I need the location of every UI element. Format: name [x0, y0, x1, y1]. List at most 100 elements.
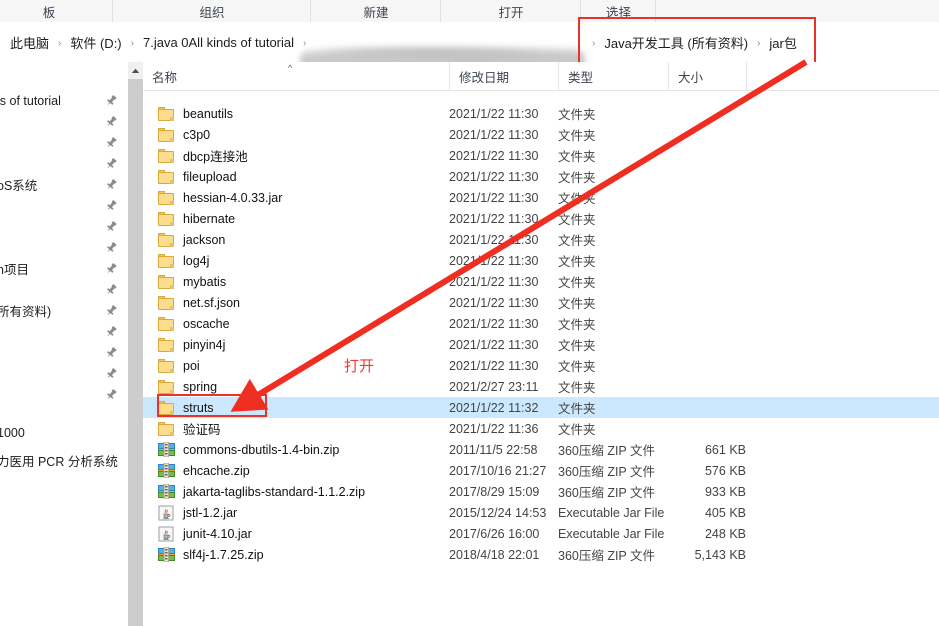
pin-icon[interactable]: [105, 325, 118, 338]
file-name-cell[interactable]: log4j: [183, 250, 209, 271]
ribbon-group-板[interactable]: 板: [0, 0, 112, 22]
nav-pane-item[interactable]: 1000: [0, 422, 128, 443]
pin-icon[interactable]: [105, 220, 118, 233]
nav-pane-item[interactable]: ls of tutorial: [0, 90, 128, 111]
table-row[interactable]: 验证码 2021/1/22 11:36 文件夹: [143, 418, 939, 439]
file-name-cell[interactable]: c3p0: [183, 124, 210, 145]
column-header-name[interactable]: 名称: [143, 62, 449, 90]
nav-pane-item[interactable]: [0, 342, 128, 363]
pin-icon[interactable]: [105, 346, 118, 359]
table-row[interactable]: spring 2021/2/27 23:11 文件夹: [143, 376, 939, 397]
file-name-cell[interactable]: spring: [183, 376, 217, 397]
file-name-cell[interactable]: commons-dbutils-1.4-bin.zip: [183, 439, 339, 460]
navigation-scrollbar[interactable]: [128, 62, 143, 626]
nav-pane-item[interactable]: [0, 363, 128, 384]
file-name-cell[interactable]: mybatis: [183, 271, 226, 292]
ribbon-group-选择[interactable]: 选择: [580, 0, 656, 22]
ribbon-group-组织[interactable]: 组织: [112, 0, 311, 22]
table-row[interactable]: c3p0 2021/1/22 11:30 文件夹: [143, 124, 939, 145]
table-row[interactable]: commons-dbutils-1.4-bin.zip 2011/11/5 22:…: [143, 439, 939, 460]
table-row[interactable]: log4j 2021/1/22 11:30 文件夹: [143, 250, 939, 271]
file-list-pane[interactable]: ^ 名称 修改日期 类型 大小 beanutils 2021/1/22 11:30 文件夹…: [143, 62, 939, 626]
table-row[interactable]: fileupload 2021/1/22 11:30 文件夹: [143, 166, 939, 187]
table-row[interactable]: beanutils 2021/1/22 11:30 文件夹: [143, 103, 939, 124]
table-row[interactable]: jakarta-taglibs-standard-1.1.2.zip 2017/8…: [143, 481, 939, 502]
scrollbar-thumb[interactable]: [128, 79, 143, 626]
pin-icon[interactable]: [105, 199, 118, 212]
table-row[interactable]: poi 2021/1/22 11:30 文件夹: [143, 355, 939, 376]
nav-pane-item[interactable]: [0, 111, 128, 132]
table-row[interactable]: dbcp连接池 2021/1/22 11:30 文件夹: [143, 145, 939, 166]
table-row[interactable]: struts 2021/1/22 11:32 文件夹: [143, 397, 939, 418]
file-name-cell[interactable]: net.sf.json: [183, 292, 240, 313]
breadcrumb-item[interactable]: 7.java 0All kinds of tutorial: [141, 35, 296, 50]
file-name-cell[interactable]: jackson: [183, 229, 225, 250]
file-name-cell[interactable]: slf4j-1.7.25.zip: [183, 544, 264, 565]
table-row[interactable]: mybatis 2021/1/22 11:30 文件夹: [143, 271, 939, 292]
file-name-cell[interactable]: struts: [183, 397, 214, 418]
table-row[interactable]: jstl-1.2.jar 2015/12/24 14:53 Executable J…: [143, 502, 939, 523]
scroll-up-arrow-icon[interactable]: [128, 62, 143, 79]
breadcrumb-item[interactable]: jar包: [767, 33, 798, 52]
pin-icon[interactable]: [105, 94, 118, 107]
column-header-row[interactable]: ^ 名称 修改日期 类型 大小: [143, 62, 939, 91]
breadcrumb-item[interactable]: 此电脑: [8, 33, 51, 52]
nav-pane-item[interactable]: [0, 237, 128, 258]
nav-pane-item[interactable]: [0, 321, 128, 342]
pin-icon[interactable]: [105, 157, 118, 170]
nav-pane-item[interactable]: oS系统: [0, 174, 128, 195]
pin-icon[interactable]: [105, 178, 118, 191]
file-name-cell[interactable]: ehcache.zip: [183, 460, 250, 481]
nav-pane-item[interactable]: [0, 132, 128, 153]
pin-icon[interactable]: [105, 367, 118, 380]
table-row[interactable]: hessian-4.0.33.jar 2021/1/22 11:30 文件夹: [143, 187, 939, 208]
pin-icon[interactable]: [105, 304, 118, 317]
file-name-cell[interactable]: hibernate: [183, 208, 235, 229]
column-header-extra[interactable]: [746, 62, 939, 90]
column-header-size[interactable]: 大小: [668, 62, 746, 90]
breadcrumb-item[interactable]: Java开发工具 (所有资料): [602, 33, 750, 52]
address-bar[interactable]: 此电脑 › 软件 (D:) › 7.java 0All kinds of tutoria…: [0, 22, 939, 80]
ribbon-group-empty[interactable]: [655, 0, 939, 22]
nav-pane-item[interactable]: 力医用 PCR 分析系统: [0, 450, 128, 471]
file-name-cell[interactable]: 验证码: [183, 418, 221, 439]
table-row[interactable]: oscache 2021/1/22 11:30 文件夹: [143, 313, 939, 334]
breadcrumb-right[interactable]: › Java开发工具 (所有资料) › jar包: [585, 22, 799, 62]
table-row[interactable]: net.sf.json 2021/1/22 11:30 文件夹: [143, 292, 939, 313]
pin-icon[interactable]: [105, 136, 118, 149]
column-header-type[interactable]: 类型: [558, 62, 668, 90]
table-row[interactable]: pinyin4j 2021/1/22 11:30 文件夹: [143, 334, 939, 355]
nav-pane-item[interactable]: [0, 384, 128, 405]
pin-icon[interactable]: [105, 115, 118, 128]
nav-pane-item[interactable]: [0, 279, 128, 300]
file-name-cell[interactable]: dbcp连接池: [183, 145, 248, 166]
table-row[interactable]: junit-4.10.jar 2017/6/26 16:00 Executable …: [143, 523, 939, 544]
table-row[interactable]: slf4j-1.7.25.zip 2018/4/18 22:01 360压缩 ZIP…: [143, 544, 939, 565]
file-name-cell[interactable]: oscache: [183, 313, 230, 334]
ribbon-group-打开[interactable]: 打开: [440, 0, 581, 22]
pin-icon[interactable]: [105, 241, 118, 254]
pin-icon[interactable]: [105, 262, 118, 275]
pin-icon[interactable]: [105, 388, 118, 401]
file-name-cell[interactable]: poi: [183, 355, 200, 376]
breadcrumb-left[interactable]: 此电脑 › 软件 (D:) › 7.java 0All kinds of tutoria…: [8, 22, 313, 62]
nav-pane-item[interactable]: [0, 153, 128, 174]
file-name-cell[interactable]: jstl-1.2.jar: [183, 502, 237, 523]
file-name-cell[interactable]: pinyin4j: [183, 334, 225, 355]
breadcrumb-item[interactable]: 软件 (D:): [68, 33, 123, 52]
table-row[interactable]: jackson 2021/1/22 11:30 文件夹: [143, 229, 939, 250]
nav-pane-item[interactable]: n项目: [0, 258, 128, 279]
ribbon-group-新建[interactable]: 新建: [310, 0, 441, 22]
nav-pane-item[interactable]: 所有资料): [0, 300, 128, 321]
file-name-cell[interactable]: hessian-4.0.33.jar: [183, 187, 282, 208]
file-name-cell[interactable]: jakarta-taglibs-standard-1.1.2.zip: [183, 481, 365, 502]
nav-pane-item[interactable]: [0, 216, 128, 237]
nav-pane-item[interactable]: [0, 195, 128, 216]
file-name-cell[interactable]: beanutils: [183, 103, 233, 124]
table-row[interactable]: ehcache.zip 2017/10/16 21:27 360压缩 ZIP 文件 5…: [143, 460, 939, 481]
column-header-date[interactable]: 修改日期: [449, 62, 558, 90]
file-name-cell[interactable]: fileupload: [183, 166, 237, 187]
file-name-cell[interactable]: junit-4.10.jar: [183, 523, 252, 544]
table-row[interactable]: hibernate 2021/1/22 11:30 文件夹: [143, 208, 939, 229]
pin-icon[interactable]: [105, 283, 118, 296]
